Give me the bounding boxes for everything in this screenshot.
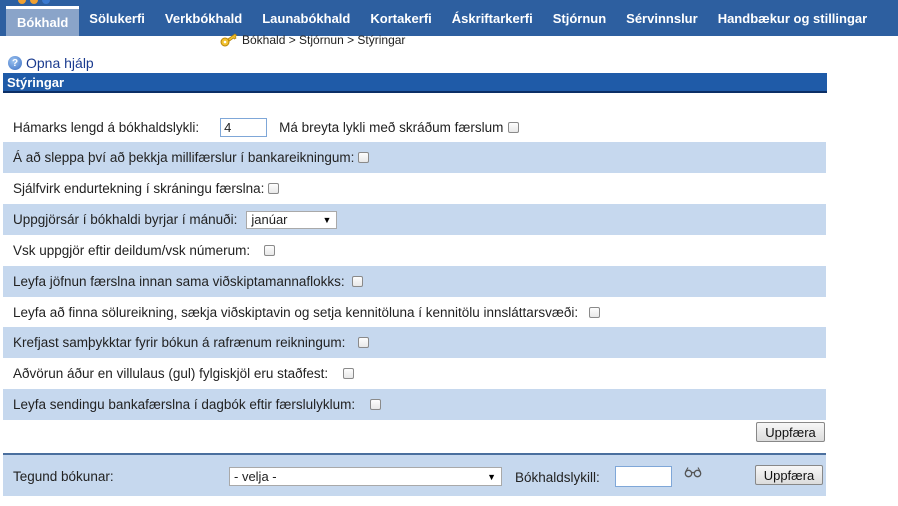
nav-item-kortakerfi[interactable]: Kortakerfi (360, 0, 441, 36)
settings-row-approval: Krefjast samþykktar fyrir bókun á rafræn… (3, 327, 826, 358)
fiscal-year-value: janúar (251, 212, 288, 227)
skip-transfer-label: Á að sleppa því að þekkja millifærslur í… (13, 150, 355, 165)
fiscal-year-label: Uppgjörsár í bókhaldi byrjar í mánuði: (13, 212, 238, 227)
settings-row-bank-send: Leyfa sendingu bankafærslna í dagbók eft… (3, 389, 826, 420)
nav-item-servinnslur[interactable]: Sérvinnslur (616, 0, 708, 36)
section-title: Stýringar (7, 74, 65, 90)
fiscal-year-select[interactable]: janúar ▼ (246, 210, 338, 229)
nav-item-verkbokhald[interactable]: Verkbókhald (155, 0, 252, 36)
auto-repeat-label: Sjálfvirk endurtekning í skráningu færsl… (13, 181, 265, 196)
settings-row-auto-repeat: Sjálfvirk endurtekning í skráningu færsl… (3, 173, 826, 204)
settings-row-equalize: Leyfa jöfnun færslna innan sama viðskipt… (3, 266, 826, 297)
key-icon (220, 33, 238, 47)
bank-send-checkbox[interactable] (370, 399, 382, 410)
booking-type-label: Tegund bókunar: (13, 469, 114, 484)
warning-checkbox[interactable] (343, 368, 355, 379)
warning-label: Aðvörun áður en villulaus (gul) fylgiskj… (13, 366, 329, 381)
breadcrumb: Bókhald > Stjórnun > Stýringar (220, 33, 405, 47)
settings-row-max-length: Hámarks lengd á bókhaldslykli: 4 Má brey… (3, 112, 826, 143)
settings-row-skip-transfer: Á að sleppa því að þekkja millifærslur í… (3, 142, 826, 173)
booking-type-select[interactable]: - velja - ▼ (229, 467, 502, 486)
nav-item-bokhald[interactable]: Bókhald (6, 6, 80, 36)
auto-repeat-checkbox[interactable] (268, 183, 280, 194)
logo (18, 0, 58, 4)
help-icon: ? (8, 56, 22, 70)
approval-checkbox[interactable] (358, 337, 370, 348)
max-length-input[interactable]: 4 (220, 118, 268, 137)
bank-send-label: Leyfa sendingu bankafærslna í dagbók eft… (13, 397, 356, 412)
account-key-label: Bókhaldslykill: (515, 470, 600, 485)
approval-label: Krefjast samþykktar fyrir bókun á rafræn… (13, 335, 346, 350)
max-length-label: Hámarks lengd á bókhaldslykli: (13, 120, 200, 135)
glasses-search-icon[interactable] (684, 466, 702, 478)
nav-item-handbaekur[interactable]: Handbækur og stillingar (708, 0, 878, 36)
dropdown-arrow-icon: ▼ (322, 214, 332, 225)
settings-row-vat: Vsk uppgjör eftir deildum/vsk númerum: (3, 235, 826, 266)
nav-item-launabokhald[interactable]: Launabókhald (252, 0, 360, 36)
section-header: Stýringar (3, 73, 827, 93)
bottom-bar: Tegund bókunar: - velja - ▼ Bókhaldslyki… (3, 453, 826, 496)
vat-label: Vsk uppgjör eftir deildum/vsk númerum: (13, 243, 251, 258)
breadcrumb-text: Bókhald > Stjórnun > Stýringar (242, 33, 406, 47)
help-link[interactable]: ? Opna hjálp (8, 55, 94, 71)
settings-row-find-invoice: Leyfa að finna sölureikning, sækja viðsk… (3, 297, 826, 328)
find-invoice-label: Leyfa að finna sölureikning, sækja viðsk… (13, 305, 579, 320)
booking-type-value: - velja - (234, 469, 277, 484)
settings-row-warning: Aðvörun áður en villulaus (gul) fylgiskj… (3, 358, 826, 389)
update-button[interactable]: Uppfæra (756, 422, 825, 442)
bottom-update-button[interactable]: Uppfæra (755, 465, 823, 485)
skip-transfer-checkbox[interactable] (358, 152, 370, 163)
change-key-label: Má breyta lykli með skráðum færslum (279, 120, 504, 135)
help-link-label: Opna hjálp (26, 55, 94, 71)
equalize-checkbox[interactable] (351, 276, 363, 287)
vat-checkbox[interactable] (264, 245, 276, 256)
nav-item-askriftarkerfi[interactable]: Áskriftarkerfi (442, 0, 543, 36)
nav-item-solukerfi[interactable]: Sölukerfi (79, 0, 155, 36)
equalize-label: Leyfa jöfnun færslna innan sama viðskipt… (13, 274, 345, 289)
change-key-checkbox[interactable] (508, 122, 520, 133)
find-invoice-checkbox[interactable] (589, 307, 601, 318)
top-navigation: Bókhald Sölukerfi Verkbókhald Launabókha… (0, 0, 898, 36)
account-key-input[interactable] (615, 466, 672, 487)
nav-item-stjornun[interactable]: Stjórnun (543, 0, 616, 36)
dropdown-arrow-icon: ▼ (487, 471, 496, 482)
settings-row-fiscal-year: Uppgjörsár í bókhaldi byrjar í mánuði: j… (3, 204, 826, 235)
